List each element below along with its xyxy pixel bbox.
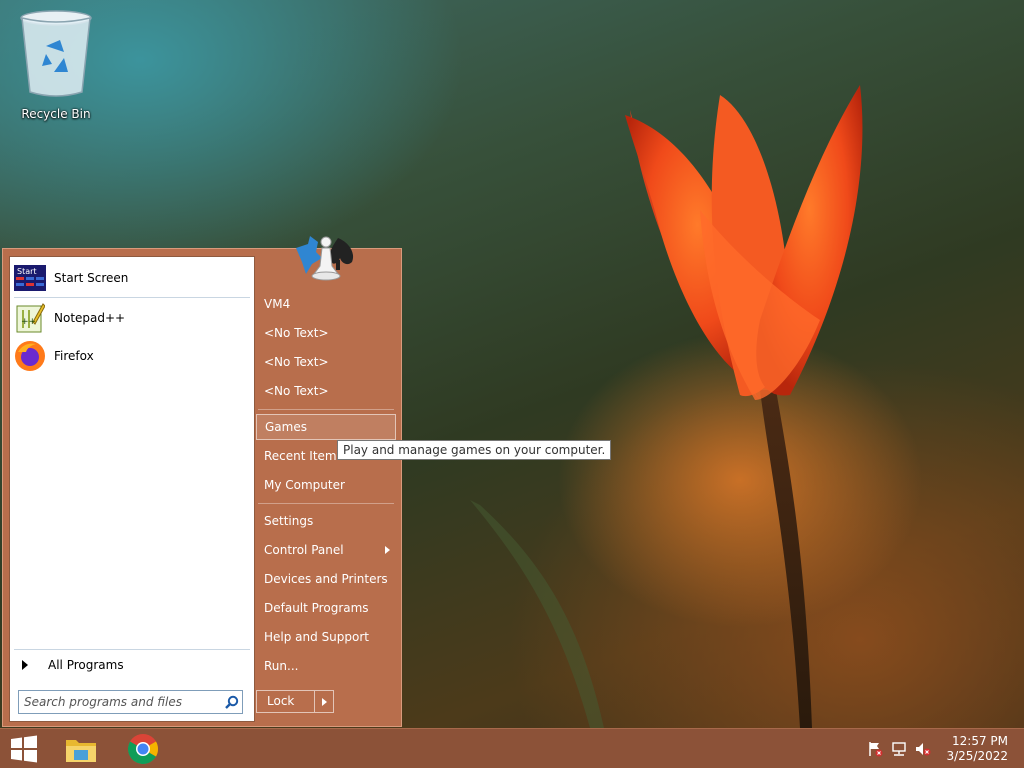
menu-item-games[interactable]: Games [256, 414, 396, 440]
menu-item-devices-and-printers[interactable]: Devices and Printers [256, 566, 396, 592]
program-label: Firefox [54, 349, 94, 363]
file-explorer-button[interactable] [58, 729, 104, 769]
clock-time: 12:57 PM [952, 734, 1008, 748]
desktop-icon-recycle-bin[interactable]: Recycle Bin [16, 6, 96, 121]
all-programs-label: All Programs [48, 658, 124, 672]
games-chess-icon [292, 230, 362, 286]
clock-date: 3/25/2022 [946, 749, 1008, 763]
desktop-icon-label: Recycle Bin [21, 107, 91, 121]
program-notepad-plus-plus[interactable]: ++ Notepad++ [14, 301, 252, 335]
search-box[interactable] [18, 690, 243, 714]
divider [14, 297, 250, 298]
action-center-flag-icon[interactable] [866, 740, 884, 758]
games-tooltip: Play and manage games on your computer. [337, 440, 612, 460]
chrome-button[interactable] [120, 729, 166, 769]
start-button[interactable] [0, 729, 48, 769]
search-input[interactable] [19, 694, 222, 710]
program-start-screen[interactable]: Start Start Screen [14, 261, 252, 295]
folder-icon [66, 740, 96, 762]
start-menu-programs-pane: Start Start Screen ++ Notepad++ Firefox … [9, 256, 255, 722]
svg-text:Start: Start [17, 267, 37, 276]
menu-item-no-text-1[interactable]: <No Text> [256, 320, 396, 346]
divider [258, 503, 394, 504]
menu-item-no-text-2[interactable]: <No Text> [256, 349, 396, 375]
menu-item-label: Control Panel [264, 543, 344, 557]
start-screen-icon: Start [14, 262, 46, 294]
triangle-right-icon [321, 697, 327, 706]
menu-item-settings[interactable]: Settings [256, 508, 396, 534]
search-icon[interactable] [222, 695, 242, 709]
lock-options-arrow-button[interactable] [315, 691, 333, 712]
volume-muted-icon[interactable] [914, 740, 932, 758]
menu-item-help-and-support[interactable]: Help and Support [256, 624, 396, 650]
submenu-arrow-icon [385, 546, 390, 554]
menu-item-vm4[interactable]: VM4 [256, 291, 396, 317]
program-label: Notepad++ [54, 311, 126, 325]
lock-label: Lock [257, 691, 315, 712]
notepad-plus-plus-icon: ++ [14, 302, 46, 334]
all-programs-button[interactable]: All Programs [16, 655, 248, 675]
program-firefox[interactable]: Firefox [14, 339, 252, 373]
menu-item-no-text-3[interactable]: <No Text> [256, 378, 396, 404]
program-label: Start Screen [54, 271, 129, 285]
divider [14, 649, 250, 650]
lock-button[interactable]: Lock [256, 690, 334, 713]
svg-text:++: ++ [21, 317, 36, 327]
divider [258, 409, 394, 410]
menu-item-run[interactable]: Run... [256, 653, 396, 679]
firefox-icon [14, 340, 46, 372]
menu-item-control-panel[interactable]: Control Panel [256, 537, 396, 563]
recycle-bin-icon [20, 10, 92, 97]
chrome-icon [127, 734, 159, 765]
system-tray [866, 729, 932, 769]
menu-item-my-computer[interactable]: My Computer [256, 472, 396, 498]
network-icon[interactable] [890, 740, 908, 758]
triangle-right-icon [22, 660, 28, 670]
taskbar: 12:57 PM 3/25/2022 [0, 728, 1024, 768]
taskbar-clock[interactable]: 12:57 PM 3/25/2022 [938, 734, 1008, 764]
menu-item-default-programs[interactable]: Default Programs [256, 595, 396, 621]
windows-logo-icon [11, 735, 37, 763]
